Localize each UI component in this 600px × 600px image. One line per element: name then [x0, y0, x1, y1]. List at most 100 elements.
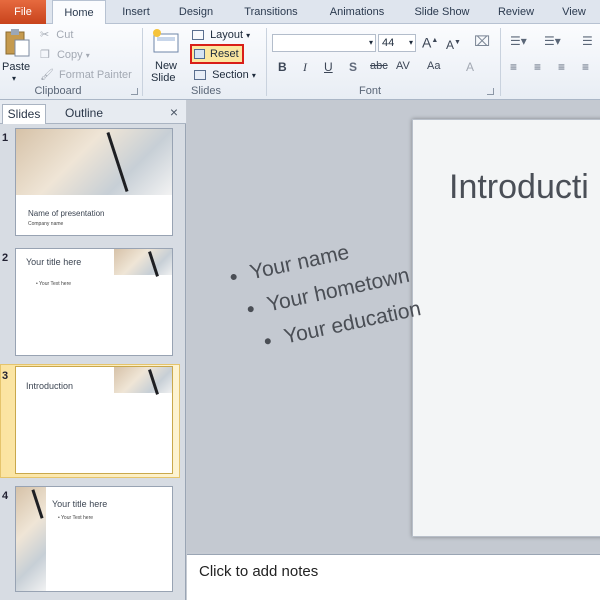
shadow-button[interactable]: S	[349, 60, 357, 74]
group-divider	[142, 28, 143, 96]
justify-icon[interactable]: ≡	[582, 60, 589, 74]
reset-icon	[194, 49, 205, 59]
chevron-down-icon: ▾	[12, 74, 17, 83]
copy-label: Copy	[56, 49, 83, 61]
section-button[interactable]: Section ▾	[194, 68, 256, 83]
thumb-title: Name of presentation	[28, 209, 105, 218]
strikethrough-button[interactable]: abc	[370, 60, 388, 72]
chevron-down-icon: ▾	[368, 38, 373, 47]
indent-icon[interactable]: ☰	[582, 34, 593, 48]
tab-outline[interactable]: Outline	[52, 104, 116, 124]
new-slide-button[interactable]: New Slide	[148, 26, 186, 84]
tab-insert[interactable]: Insert	[112, 0, 160, 24]
clipboard-launcher-icon[interactable]	[131, 88, 138, 95]
paste-icon	[5, 29, 30, 57]
thumb-text: • Your Text here	[36, 281, 72, 287]
paintbrush-icon: 🖌	[40, 69, 54, 81]
bullet-dot	[264, 338, 272, 346]
group-divider	[266, 28, 267, 96]
italic-button[interactable]: I	[303, 60, 307, 75]
font-size-select[interactable]: 44 ▾	[378, 34, 416, 52]
thumb-title: Introduction	[26, 381, 74, 391]
chevron-down-icon: ▾	[246, 31, 251, 40]
character-spacing-button[interactable]: AV	[396, 60, 410, 72]
layout-label: Layout	[210, 29, 244, 41]
align-center-icon[interactable]: ≡	[534, 60, 541, 74]
new-slide-icon	[153, 29, 179, 53]
slide-title[interactable]: Introducti	[449, 168, 589, 207]
font-color-button[interactable]: A	[466, 60, 474, 74]
underline-button[interactable]: U	[324, 60, 333, 74]
tab-home[interactable]: Home	[52, 0, 106, 25]
slide-thumbnail-4[interactable]: Your title here • Your Text here	[15, 486, 173, 592]
cut-button[interactable]: ✂ Cut	[40, 28, 73, 42]
thumb-title: Your title here	[52, 499, 108, 509]
align-right-icon[interactable]: ≡	[558, 60, 565, 74]
format-painter-button[interactable]: 🖌 Format Painter	[40, 68, 132, 82]
tab-animations[interactable]: Animations	[318, 0, 396, 24]
slide-number: 2	[2, 252, 9, 264]
change-case-button[interactable]: Aa	[427, 60, 440, 72]
bullets-icon[interactable]: ☰▾	[510, 34, 527, 48]
grow-font-icon[interactable]: A▲	[422, 34, 438, 50]
slide-thumbnail-1[interactable]: Name of presentation Company name	[15, 128, 173, 236]
slide-number: 4	[2, 490, 9, 502]
notes-placeholder: Click to add notes	[199, 563, 319, 580]
new-slide-label-2: Slide	[151, 72, 176, 84]
tab-view[interactable]: View	[552, 0, 596, 24]
chevron-down-icon: ▾	[85, 51, 90, 60]
chevron-down-icon: ▾	[251, 71, 256, 80]
layout-icon	[192, 30, 204, 41]
ribbon: Paste ▾ ✂ Cut ❐ Copy ▾ 🖌 Format Painter …	[0, 24, 600, 100]
hand-photo	[114, 367, 172, 393]
reset-button[interactable]: Reset	[190, 44, 244, 64]
hand-photo	[16, 487, 46, 591]
numbering-icon[interactable]: ☰▾	[544, 34, 561, 48]
font-size-value: 44	[382, 37, 395, 49]
thumb-text: • Your Text here	[58, 515, 94, 521]
tab-transitions[interactable]: Transitions	[232, 0, 310, 24]
slide-thumbnail-2[interactable]: Your title here • Your Text here	[15, 248, 173, 356]
tab-file[interactable]: File	[0, 0, 46, 24]
section-label: Section	[212, 69, 249, 81]
close-icon[interactable]: ×	[170, 104, 178, 120]
group-divider	[500, 28, 501, 96]
cut-label: Cut	[56, 29, 74, 41]
bullet-list[interactable]: Your name Your hometown Your education	[227, 223, 424, 363]
clear-format-icon[interactable]: ⌧	[474, 34, 490, 48]
tab-review[interactable]: Review	[488, 0, 544, 24]
copy-icon: ❐	[40, 49, 50, 61]
thumb-title: Your title here	[26, 257, 82, 267]
scissors-icon: ✂	[40, 29, 50, 41]
current-slide[interactable]: Introducti	[412, 119, 600, 537]
reset-label: Reset	[210, 48, 239, 60]
font-launcher-icon[interactable]	[487, 88, 494, 95]
paste-button[interactable]: Paste ▾	[2, 26, 32, 83]
shrink-font-icon[interactable]: A▼	[446, 36, 461, 52]
ribbon-tabs: File Home Insert Design Transitions Anim…	[0, 0, 600, 25]
bold-button[interactable]: B	[278, 60, 287, 74]
thumb-subtitle: Company name	[28, 221, 64, 227]
section-icon	[194, 70, 206, 81]
slide-thumbnail-3[interactable]: Introduction	[15, 366, 173, 474]
font-name-select[interactable]: ▾	[272, 34, 376, 52]
notes-pane[interactable]: Click to add notes	[187, 554, 600, 600]
slides-group-label: Slides	[191, 85, 221, 97]
bullet-dot	[247, 306, 255, 314]
hand-photo	[16, 129, 172, 195]
format-painter-label: Format Painter	[59, 69, 132, 81]
chevron-down-icon: ▾	[408, 38, 413, 47]
slide-number: 1	[2, 132, 9, 144]
copy-button[interactable]: ❐ Copy ▾	[40, 48, 90, 63]
align-left-icon[interactable]: ≡	[510, 60, 517, 74]
tab-slides[interactable]: Slides	[2, 104, 46, 124]
slide-editor[interactable]: Introducti Your name Your hometown Your …	[187, 100, 600, 552]
layout-button[interactable]: Layout ▾	[192, 28, 250, 43]
tab-slide-show[interactable]: Slide Show	[404, 0, 480, 24]
hand-photo	[114, 249, 172, 275]
tab-design[interactable]: Design	[168, 0, 224, 24]
pane-tabs: Slides Outline ×	[0, 100, 186, 124]
bullet-dot	[230, 273, 238, 281]
clipboard-group-label: Clipboard	[34, 85, 82, 97]
paste-label: Paste	[2, 61, 31, 73]
